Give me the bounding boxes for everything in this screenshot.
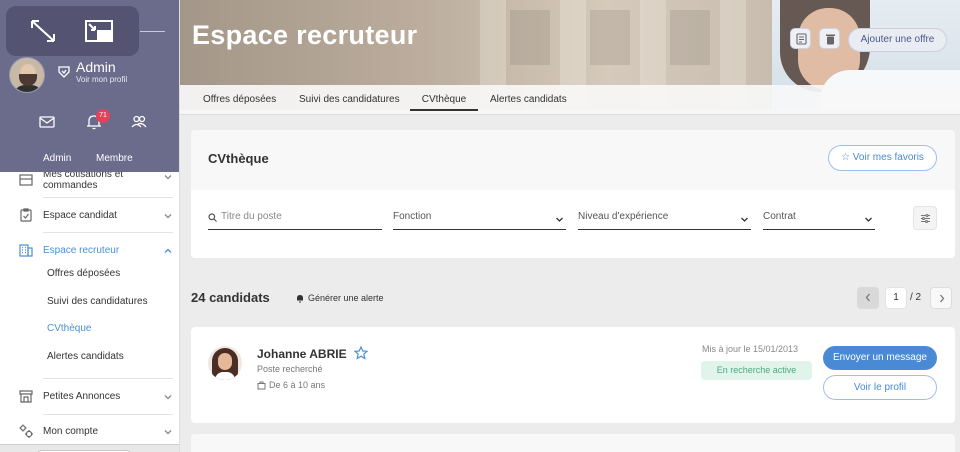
select-label: Contrat — [763, 211, 796, 222]
users-icon[interactable] — [130, 113, 148, 131]
chevron-down-icon — [164, 395, 172, 400]
tab-suivi-candidatures[interactable]: Suivi des candidatures — [299, 94, 400, 105]
divider — [43, 232, 173, 233]
profile-panel: Admin Voir mon profil 71 Admin Membre — [0, 0, 179, 172]
fonction-select[interactable]: Fonction — [393, 210, 566, 230]
briefcase-icon — [257, 381, 266, 390]
next-page-button[interactable] — [930, 287, 952, 309]
clipboard-check-icon — [20, 208, 32, 222]
building-icon — [19, 244, 33, 257]
favorites-button[interactable]: ☆ Voir mes favoris — [828, 145, 937, 171]
tab-offres-deposees[interactable]: Offres déposées — [203, 94, 276, 105]
bell-icon — [297, 295, 303, 303]
user-name: Admin — [76, 59, 116, 75]
experience-label: De 6 à 10 ans — [269, 380, 326, 390]
favorites-label: Voir mes favoris — [852, 152, 924, 163]
sidebar-item-label: Mon compte — [43, 426, 99, 437]
job-title-search[interactable]: Titre du poste — [208, 210, 382, 230]
page-title: Espace recruteur — [192, 20, 418, 50]
chevron-left-icon — [865, 293, 870, 302]
tab-cvtheque[interactable]: CVthèque — [410, 94, 478, 111]
export-button[interactable] — [790, 28, 811, 49]
sidebar-item-label: Espace candidat — [43, 210, 117, 221]
card-icon — [19, 174, 33, 186]
chevron-down-icon — [164, 214, 172, 219]
sidebar-footer — [0, 444, 179, 452]
candidate-card — [191, 434, 955, 452]
filters-bar: Titre du poste Fonction Niveau d'expérie… — [191, 190, 955, 258]
divider — [140, 31, 165, 32]
tab-alertes-candidats[interactable]: Alertes candidats — [490, 94, 567, 105]
avatar[interactable] — [9, 57, 45, 93]
experience-select[interactable]: Niveau d'expérience — [578, 210, 751, 230]
sliders-icon — [921, 213, 930, 224]
chevron-down-icon — [164, 430, 172, 435]
select-label: Niveau d'expérience — [578, 211, 669, 222]
sidebar-subitem-suivi[interactable]: Suivi des candidatures — [47, 296, 148, 307]
sidebar-subitem-alertes[interactable]: Alertes candidats — [47, 351, 124, 362]
sidebar-item-espace-candidat[interactable]: Espace candidat — [0, 206, 179, 226]
store-icon — [19, 390, 33, 403]
chevron-up-icon — [164, 248, 172, 253]
search-icon — [208, 213, 217, 222]
view-profile-link[interactable]: Voir mon profil — [76, 75, 127, 84]
send-message-button[interactable]: Envoyer un message — [823, 346, 937, 370]
divider — [43, 378, 173, 379]
current-page[interactable]: 1 — [885, 287, 907, 309]
chevron-down-icon — [556, 217, 563, 222]
sidebar-item-label: Petites Annonces — [43, 391, 121, 402]
create-alert-link[interactable]: Générer une alerte — [296, 293, 384, 303]
sidebar-item-petites-annonces[interactable]: Petites Annonces — [0, 387, 179, 407]
view-profile-button[interactable]: Voir le profil — [823, 375, 937, 400]
sidebar-item-mon-compte[interactable]: Mon compte — [0, 422, 179, 442]
export-icon — [796, 33, 807, 45]
section-title: CVthèque — [208, 151, 269, 166]
candidate-name[interactable]: Johanne ABRIE — [257, 347, 347, 361]
chevron-down-icon — [164, 175, 172, 180]
window-controls — [6, 6, 139, 56]
candidate-subtitle: Poste recherché — [257, 364, 323, 374]
chevron-right-icon — [940, 294, 945, 303]
trash-icon — [826, 34, 835, 45]
cvtheque-card: CVthèque ☆ Voir mes favoris Titre du pos… — [191, 130, 955, 258]
previous-page-button[interactable] — [857, 287, 879, 309]
mail-icon[interactable] — [38, 113, 56, 131]
add-offer-button[interactable]: Ajouter une offre — [848, 28, 947, 52]
divider — [43, 197, 173, 198]
select-label: Fonction — [393, 211, 432, 222]
results-count: 24 candidats — [191, 290, 270, 305]
tab-bar: Offres déposées Suivi des candidatures C… — [180, 85, 960, 115]
sidebar-item-espace-recruteur[interactable]: Espace recruteur — [0, 241, 179, 261]
status-badge: En recherche active — [701, 361, 812, 380]
advanced-filters-button[interactable] — [913, 206, 937, 230]
sidebar-item-label: Espace recruteur — [43, 245, 120, 256]
screen-mirror-icon[interactable] — [84, 18, 114, 44]
total-pages: / 2 — [910, 292, 922, 303]
star-icon[interactable] — [354, 346, 368, 360]
sidebar-item-label: Mes cotisations et commandes — [43, 169, 124, 191]
role-admin[interactable]: Admin — [43, 153, 71, 164]
sidebar: Admin Voir mon profil 71 Admin Membre Me… — [0, 0, 180, 452]
contrat-select[interactable]: Contrat — [763, 210, 875, 230]
candidate-experience: De 6 à 10 ans — [257, 380, 325, 390]
divider — [43, 414, 173, 415]
updated-date: Mis à jour le 15/01/2013 — [702, 344, 799, 354]
chevron-down-icon — [741, 217, 748, 222]
role-member[interactable]: Membre — [96, 153, 133, 164]
create-alert-label: Générer une alerte — [308, 293, 384, 303]
candidate-avatar[interactable] — [208, 346, 242, 380]
badge-icon — [58, 66, 70, 78]
expand-icon[interactable] — [28, 18, 58, 44]
gears-icon — [19, 424, 33, 438]
candidate-card: Johanne ABRIE Poste recherché De 6 à 10 … — [191, 327, 955, 423]
sidebar-subitem-offres[interactable]: Offres déposées — [47, 268, 120, 279]
chevron-down-icon — [865, 217, 872, 222]
notification-badge: 71 — [96, 109, 110, 123]
sidebar-subitem-cvtheque[interactable]: CVthèque — [47, 323, 91, 334]
search-placeholder: Titre du poste — [221, 211, 282, 222]
delete-button[interactable] — [819, 28, 840, 49]
